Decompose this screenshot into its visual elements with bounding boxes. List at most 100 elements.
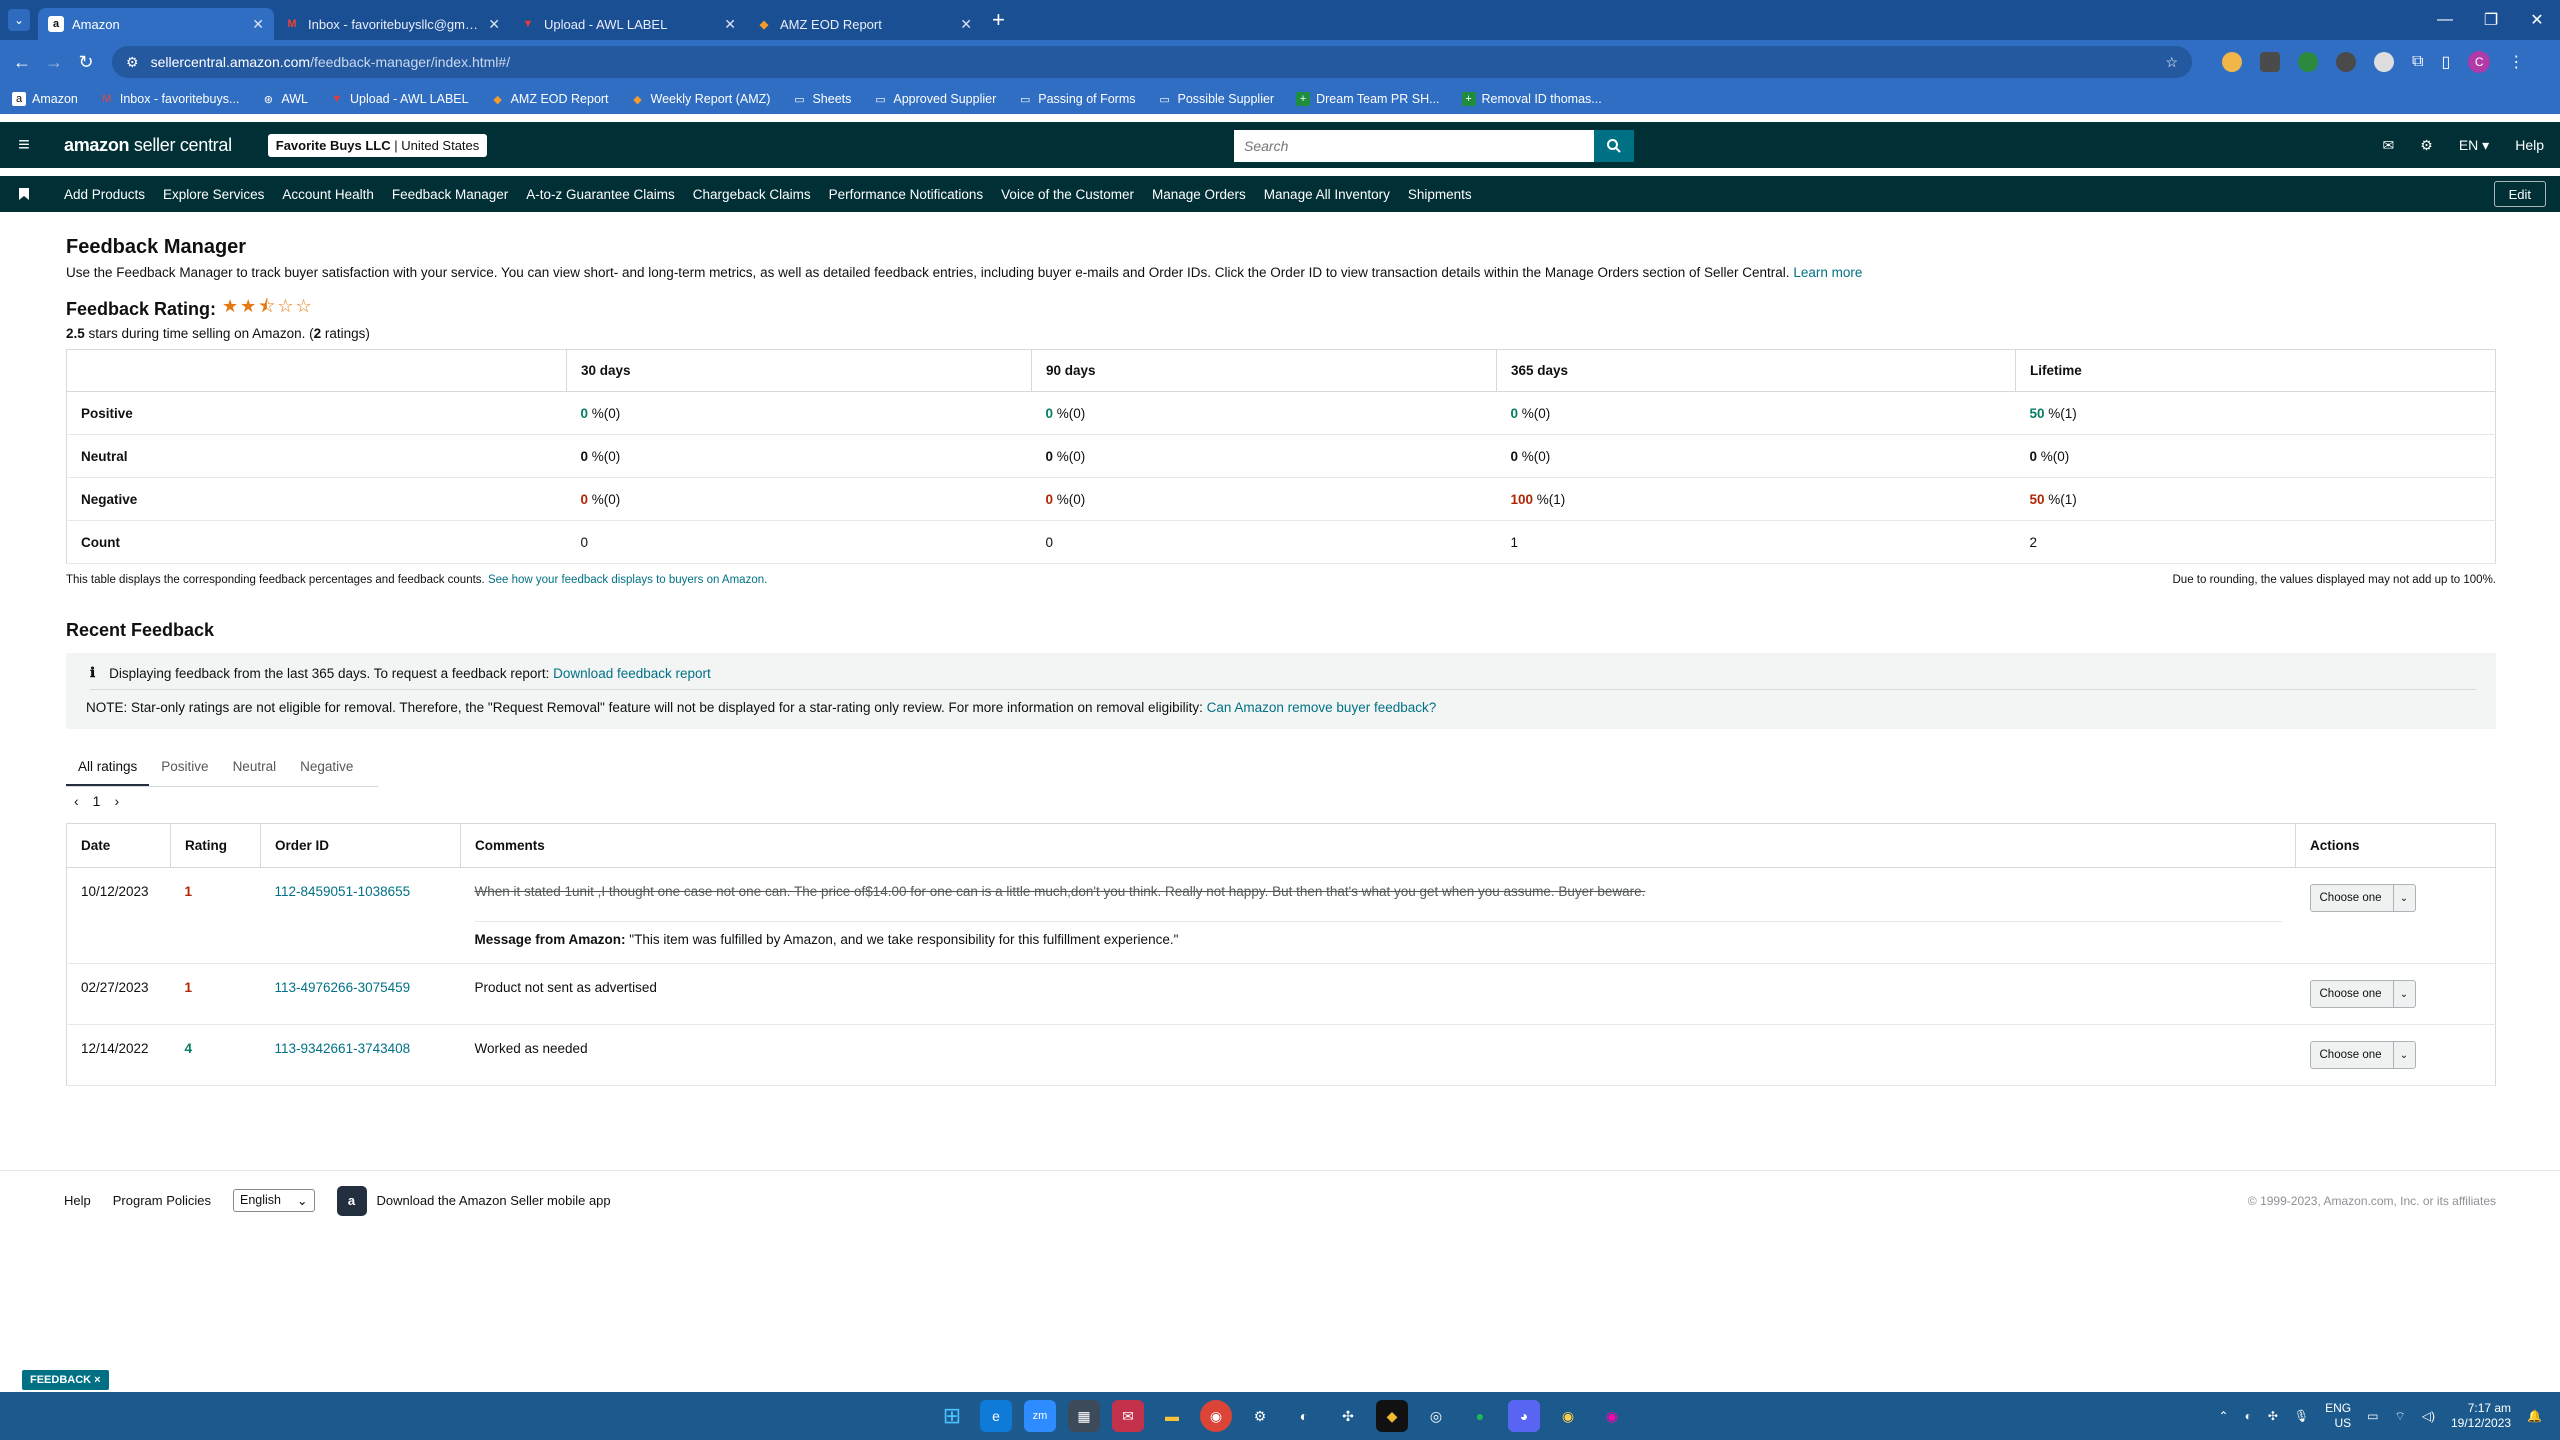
nav-explore-services[interactable]: Explore Services — [163, 187, 264, 202]
settings-icon[interactable]: ⚙ — [1244, 1400, 1276, 1432]
order-id-link[interactable]: 112-8459051-1038655 — [275, 884, 411, 899]
bookmark-folder[interactable]: ▭ Possible Supplier — [1158, 92, 1274, 106]
close-tab-icon[interactable]: ✕ — [488, 16, 500, 33]
feedback-widget-tab[interactable]: FEEDBACK × — [22, 1370, 109, 1390]
side-panel-icon[interactable]: ▯ — [2441, 52, 2450, 72]
nav-manage-inventory[interactable]: Manage All Inventory — [1264, 187, 1390, 202]
learn-more-link[interactable]: Learn more — [1793, 265, 1862, 280]
store-switcher[interactable]: Favorite Buys LLC | United States — [267, 133, 488, 157]
order-id-link[interactable]: 113-9342661-3743408 — [275, 1041, 411, 1056]
new-tab-icon[interactable]: + — [992, 7, 1005, 33]
discord-icon[interactable]: ◕ — [1508, 1400, 1540, 1432]
minimize-icon[interactable]: — — [2422, 0, 2468, 40]
calculator-icon[interactable]: ▦ — [1068, 1400, 1100, 1432]
nav-a-to-z-claims[interactable]: A-to-z Guarantee Claims — [526, 187, 675, 202]
edit-nav-button[interactable]: Edit — [2493, 181, 2546, 207]
next-page-icon[interactable]: › — [114, 793, 119, 809]
bookmark-icon[interactable] — [0, 188, 48, 200]
tab-neutral[interactable]: Neutral — [221, 749, 289, 786]
nav-add-products[interactable]: Add Products — [64, 187, 145, 202]
bookmark-star-icon[interactable]: ☆ — [2165, 54, 2178, 71]
bookmark-item[interactable]: ⊛ AWL — [261, 92, 308, 106]
app-icon[interactable]: ◐ — [1288, 1400, 1320, 1432]
clock[interactable]: 7:17 am 19/12/2023 — [2451, 1401, 2511, 1431]
help-link[interactable]: Help — [2515, 137, 2544, 153]
input-language[interactable]: ENG US — [2325, 1401, 2351, 1431]
language-selector[interactable]: EN ▾ — [2459, 137, 2489, 154]
bookmark-item[interactable]: a Amazon — [12, 92, 78, 106]
bookmark-item[interactable]: ▼ Upload - AWL LABEL — [330, 92, 469, 106]
browser-tab-report[interactable]: ◆ AMZ EOD Report ✕ — [746, 8, 982, 40]
download-report-link[interactable]: Download feedback report — [553, 666, 711, 681]
footer-help-link[interactable]: Help — [64, 1193, 91, 1208]
mail-app-icon[interactable]: ✉ — [1112, 1400, 1144, 1432]
profile-avatar[interactable]: C — [2468, 51, 2491, 73]
action-dropdown[interactable]: Choose one ⌄ — [2309, 884, 2416, 912]
browser-menu-icon[interactable]: ⋮ — [2508, 52, 2524, 72]
microphone-icon[interactable]: 🎙 — [2294, 1409, 2309, 1423]
program-policies-link[interactable]: Program Policies — [113, 1193, 211, 1208]
tab-negative[interactable]: Negative — [288, 749, 365, 786]
extension-icon[interactable] — [2222, 52, 2242, 72]
extension-icon[interactable] — [2336, 52, 2356, 72]
search-input[interactable] — [1234, 130, 1594, 162]
zoom-icon[interactable]: zm — [1024, 1400, 1056, 1432]
back-icon[interactable]: ← — [6, 52, 38, 73]
volume-icon[interactable]: ◁) — [2422, 1409, 2435, 1423]
reload-icon[interactable]: ↻ — [70, 52, 102, 73]
seller-central-logo[interactable]: amazon seller central — [64, 135, 232, 156]
browser-tab-awl[interactable]: ▼ Upload - AWL LABEL ✕ — [510, 8, 746, 40]
chrome-icon[interactable]: ◉ — [1200, 1400, 1232, 1432]
app-icon[interactable]: ◎ — [1420, 1400, 1452, 1432]
network-icon[interactable]: ⌔ — [2394, 1409, 2405, 1424]
app-icon[interactable]: ✣ — [1332, 1400, 1364, 1432]
search-icon[interactable] — [1594, 130, 1634, 162]
notification-bell-icon[interactable]: 🔔 — [2527, 1409, 2542, 1423]
prev-page-icon[interactable]: ‹ — [74, 793, 79, 809]
action-dropdown[interactable]: Choose one ⌄ — [2309, 980, 2416, 1008]
order-id-link[interactable]: 113-4976266-3075459 — [275, 980, 411, 995]
close-tab-icon[interactable]: ✕ — [252, 16, 264, 33]
extension-icon[interactable] — [2374, 52, 2394, 72]
bookmark-item[interactable]: ◆ AMZ EOD Report — [491, 92, 608, 106]
bookmark-item[interactable]: + Dream Team PR SH... — [1296, 92, 1440, 106]
current-page[interactable]: 1 — [93, 793, 101, 809]
bookmark-item[interactable]: + Removal ID thomas... — [1461, 92, 1602, 106]
site-info-icon[interactable]: ⚙ — [126, 54, 139, 71]
bookmark-folder[interactable]: ▭ Sheets — [792, 92, 851, 106]
chrome-canary-icon[interactable]: ◉ — [1596, 1400, 1628, 1432]
bookmark-item[interactable]: M Inbox - favoritebuys... — [100, 92, 239, 106]
nav-voice-of-customer[interactable]: Voice of the Customer — [1001, 187, 1134, 202]
nav-performance-notifications[interactable]: Performance Notifications — [829, 187, 984, 202]
forward-icon[interactable]: → — [38, 52, 70, 73]
tray-app-icon[interactable]: ✣ — [2268, 1409, 2278, 1423]
nav-shipments[interactable]: Shipments — [1408, 187, 1472, 202]
extension-icon[interactable] — [2298, 52, 2318, 72]
close-tab-icon[interactable]: ✕ — [960, 16, 972, 33]
file-explorer-icon[interactable]: ▬ — [1156, 1400, 1188, 1432]
restore-icon[interactable]: ❐ — [2468, 0, 2514, 40]
bookmark-folder[interactable]: ▭ Passing of Forms — [1018, 92, 1135, 106]
extension-icon[interactable] — [2260, 52, 2280, 72]
gear-icon[interactable]: ⚙ — [2420, 137, 2433, 154]
buyer-display-link[interactable]: See how your feedback displays to buyers… — [488, 574, 767, 586]
url-input[interactable]: ⚙ sellercentral.amazon.com/feedback-mana… — [112, 46, 2192, 78]
mobile-app-link[interactable]: a Download the Amazon Seller mobile app — [336, 1185, 611, 1216]
nav-feedback-manager[interactable]: Feedback Manager — [392, 187, 508, 202]
chrome-profile-icon[interactable]: ◉ — [1552, 1400, 1584, 1432]
close-tab-icon[interactable]: ✕ — [724, 16, 736, 33]
extensions-puzzle-icon[interactable]: ⧉ — [2412, 53, 2423, 71]
bookmark-item[interactable]: ◆ Weekly Report (AMZ) — [631, 92, 770, 106]
mail-icon[interactable]: ✉ — [2383, 137, 2395, 154]
monitor-icon[interactable]: ▭ — [2367, 1409, 2378, 1423]
edge-icon[interactable]: e — [980, 1400, 1012, 1432]
footer-language-select[interactable]: English ⌄ — [233, 1189, 315, 1212]
close-window-icon[interactable]: ✕ — [2514, 0, 2560, 40]
chevron-up-icon[interactable]: ⌃ — [2219, 1409, 2229, 1423]
nav-account-health[interactable]: Account Health — [282, 187, 374, 202]
bookmark-folder[interactable]: ▭ Approved Supplier — [873, 92, 996, 106]
tab-positive[interactable]: Positive — [149, 749, 220, 786]
tab-search-button[interactable]: ⌄ — [8, 9, 30, 31]
hamburger-menu-icon[interactable]: ≡ — [0, 134, 48, 157]
nav-manage-orders[interactable]: Manage Orders — [1152, 187, 1246, 202]
